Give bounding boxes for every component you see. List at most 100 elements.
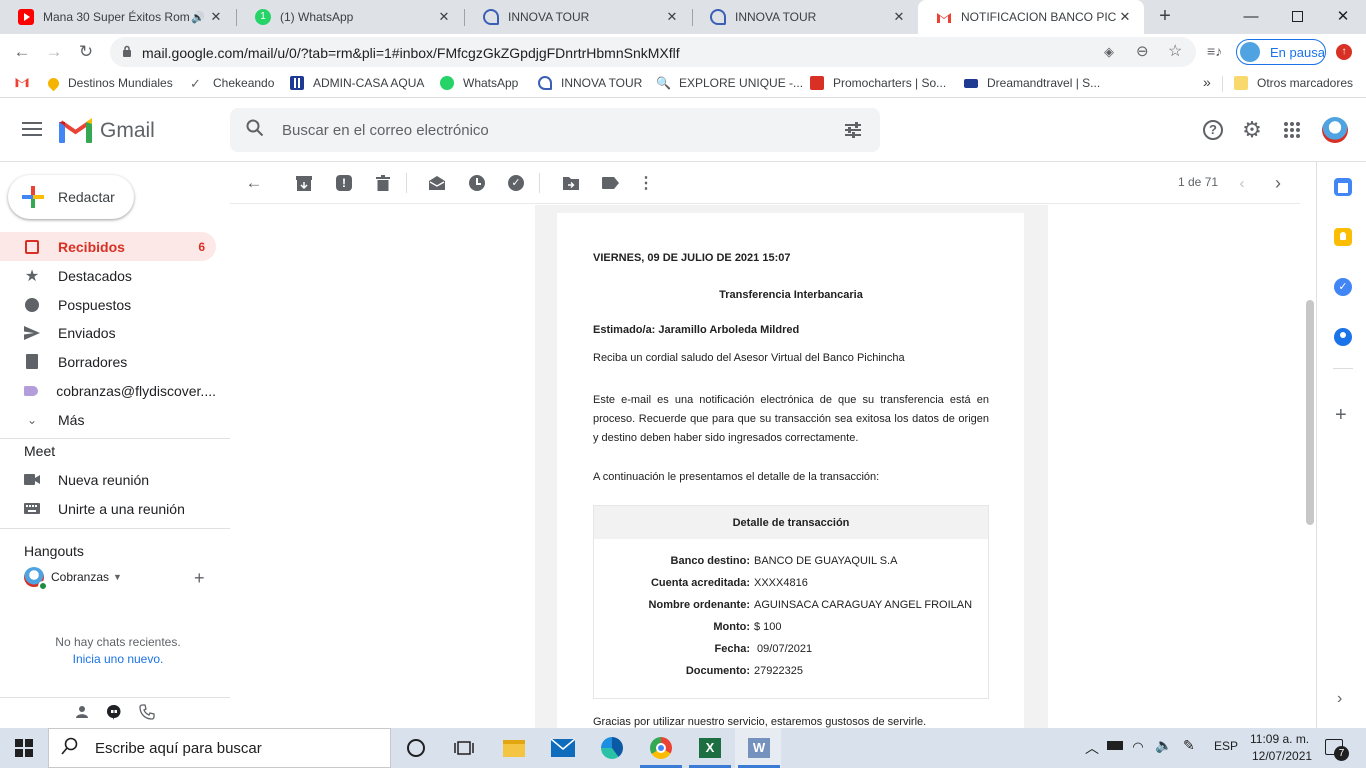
close-icon[interactable]: ✕ — [435, 9, 453, 25]
minimize-button[interactable]: — — [1228, 0, 1274, 32]
search-icon[interactable] — [246, 119, 264, 142]
close-icon[interactable]: ✕ — [207, 9, 225, 25]
clock-time[interactable]: 11:09 a. m. — [1250, 732, 1309, 746]
bookmark-item[interactable]: Destinos Mundiales — [45, 75, 173, 91]
update-icon[interactable]: ↑ — [1336, 44, 1352, 60]
add-addon-icon[interactable]: + — [1335, 404, 1347, 427]
volume-icon[interactable]: 🔈 — [1155, 737, 1172, 754]
excel-icon[interactable]: X — [698, 736, 722, 760]
report-spam-icon[interactable]: ! — [334, 173, 354, 193]
other-bookmarks[interactable]: Otros marcadores — [1234, 76, 1353, 90]
contacts-icon[interactable] — [1334, 328, 1352, 346]
task-view-icon[interactable] — [452, 736, 476, 760]
restore-button[interactable] — [1274, 0, 1320, 32]
label-icon[interactable] — [600, 173, 620, 193]
calendar-icon[interactable] — [1334, 178, 1352, 196]
nav-label-cobranzas[interactable]: cobranzas@flydiscover.... — [0, 376, 216, 405]
settings-gear-icon[interactable]: ⚙ — [1241, 117, 1263, 142]
notification-center-icon[interactable]: 7 — [1325, 739, 1349, 761]
bookmark-item[interactable]: Promocharters | So... — [810, 76, 946, 90]
tab-whatsapp[interactable]: 1 (1) WhatsApp ✕ — [237, 0, 463, 34]
contacts-icon[interactable] — [74, 704, 90, 720]
tab-gmail-active[interactable]: NOTIFICACION BANCO PICHIN ✕ — [918, 0, 1144, 34]
add-task-icon[interactable]: ✓ — [506, 173, 526, 193]
add-chat-icon[interactable]: + — [194, 568, 205, 589]
nav-snoozed[interactable]: Pospuestos — [0, 290, 216, 319]
start-chat-link[interactable]: Inicia uno nuevo. — [0, 652, 236, 666]
delete-icon[interactable] — [373, 173, 393, 193]
close-window-button[interactable]: ✕ — [1320, 0, 1366, 32]
meet-new-meeting[interactable]: Nueva reunión — [0, 465, 216, 494]
bookmark-item[interactable]: WhatsApp — [440, 76, 518, 90]
apps-grid-icon[interactable] — [1281, 119, 1303, 141]
hangouts-user[interactable]: Cobranzas ▼ — [24, 567, 122, 591]
file-explorer-icon[interactable] — [502, 736, 526, 760]
bookmarks-overflow[interactable]: » — [1203, 74, 1211, 90]
next-message-icon[interactable]: › — [1268, 173, 1288, 193]
tasks-icon[interactable]: ✓ — [1334, 278, 1352, 296]
search-options-icon[interactable] — [844, 121, 862, 142]
new-tab-button[interactable]: + — [1154, 5, 1176, 27]
tab-youtube[interactable]: Mana 30 Super Éxitos Rom 🔊 ✕ — [0, 0, 235, 34]
close-icon[interactable]: ✕ — [890, 9, 908, 25]
phone-icon[interactable] — [139, 704, 155, 723]
bookmark-item[interactable]: ✓ Chekeando — [190, 76, 274, 91]
nav-starred[interactable]: ★ Destacados — [0, 261, 216, 290]
tab-innova-tour-1[interactable]: INNOVA TOUR ✕ — [465, 0, 691, 34]
mark-unread-icon[interactable] — [427, 173, 447, 193]
media-control-icon[interactable]: ≡♪ — [1207, 43, 1222, 59]
main-menu-icon[interactable] — [22, 122, 42, 140]
bookmark-gmail[interactable] — [14, 76, 30, 88]
nav-sent[interactable]: Enviados — [0, 318, 216, 347]
bookmark-item[interactable]: INNOVA TOUR — [538, 76, 642, 90]
gmail-logo[interactable]: Gmail — [59, 118, 155, 143]
bookmark-item[interactable]: Dreamandtravel | S... — [964, 76, 1100, 90]
bookmark-item[interactable]: 🔍 EXPLORE UNIQUE -... — [656, 76, 803, 90]
profile-button[interactable]: En pausa — [1236, 39, 1326, 65]
help-icon[interactable]: ? — [1202, 119, 1224, 141]
meet-join-meeting[interactable]: Unirte a una reunión — [0, 494, 216, 523]
more-options-icon[interactable]: ⋮ — [636, 173, 656, 193]
tab-innova-tour-2[interactable]: INNOVA TOUR ✕ — [692, 0, 918, 34]
star-icon[interactable]: ☆ — [1168, 41, 1182, 61]
tray-overflow-icon[interactable]: ︿ — [1085, 738, 1099, 758]
archive-icon[interactable] — [294, 173, 314, 193]
nav-drafts[interactable]: Borradores — [0, 347, 216, 376]
close-icon[interactable]: ✕ — [1116, 9, 1134, 25]
edge-icon[interactable] — [600, 736, 624, 760]
bookmark-item[interactable]: ADMIN-CASA AQUA — [290, 76, 424, 90]
nav-more[interactable]: ⌄ Más — [0, 405, 216, 434]
compose-button[interactable]: Redactar — [8, 175, 134, 219]
taskbar-search[interactable]: Escribe aquí para buscar — [48, 728, 391, 768]
hangouts-icon[interactable] — [106, 704, 122, 720]
address-bar[interactable]: mail.google.com/mail/u/0/?tab=rm&pli=1#i… — [110, 37, 1196, 67]
back-arrow-icon[interactable]: ← — [244, 173, 264, 193]
snooze-clock-icon[interactable] — [467, 173, 487, 193]
pen-icon[interactable]: ✎ — [1183, 737, 1195, 754]
scrollbar[interactable] — [1306, 300, 1314, 525]
move-to-folder-icon[interactable] — [561, 173, 581, 193]
forward-button[interactable]: → — [40, 38, 68, 66]
clock-date[interactable]: 12/07/2021 — [1252, 749, 1312, 763]
reload-button[interactable]: ↻ — [72, 38, 100, 66]
windows-start-icon[interactable] — [12, 736, 36, 760]
expand-panel-icon[interactable]: › — [1337, 690, 1342, 708]
cortana-icon[interactable] — [404, 736, 428, 760]
previous-message-icon[interactable]: ‹ — [1232, 173, 1252, 193]
eye-icon[interactable]: ◈ — [1104, 44, 1114, 60]
language-indicator[interactable]: ESP — [1214, 739, 1238, 753]
keep-icon[interactable] — [1334, 228, 1352, 246]
mail-app-icon[interactable] — [551, 736, 575, 760]
nav-inbox[interactable]: Recibidos 6 — [0, 232, 216, 261]
gmail-icon — [15, 77, 29, 88]
chrome-icon[interactable] — [649, 736, 673, 760]
search-bar[interactable] — [230, 108, 880, 152]
battery-icon[interactable] — [1107, 739, 1123, 753]
close-icon[interactable]: ✕ — [663, 9, 681, 25]
zoom-icon[interactable]: ⊖ — [1136, 42, 1149, 60]
back-button[interactable]: ← — [8, 38, 36, 66]
wifi-icon[interactable]: ◜◝ — [1133, 739, 1143, 755]
account-avatar[interactable] — [1322, 117, 1348, 143]
speaker-icon[interactable]: 🔊 — [191, 11, 207, 24]
search-input[interactable] — [282, 120, 822, 140]
